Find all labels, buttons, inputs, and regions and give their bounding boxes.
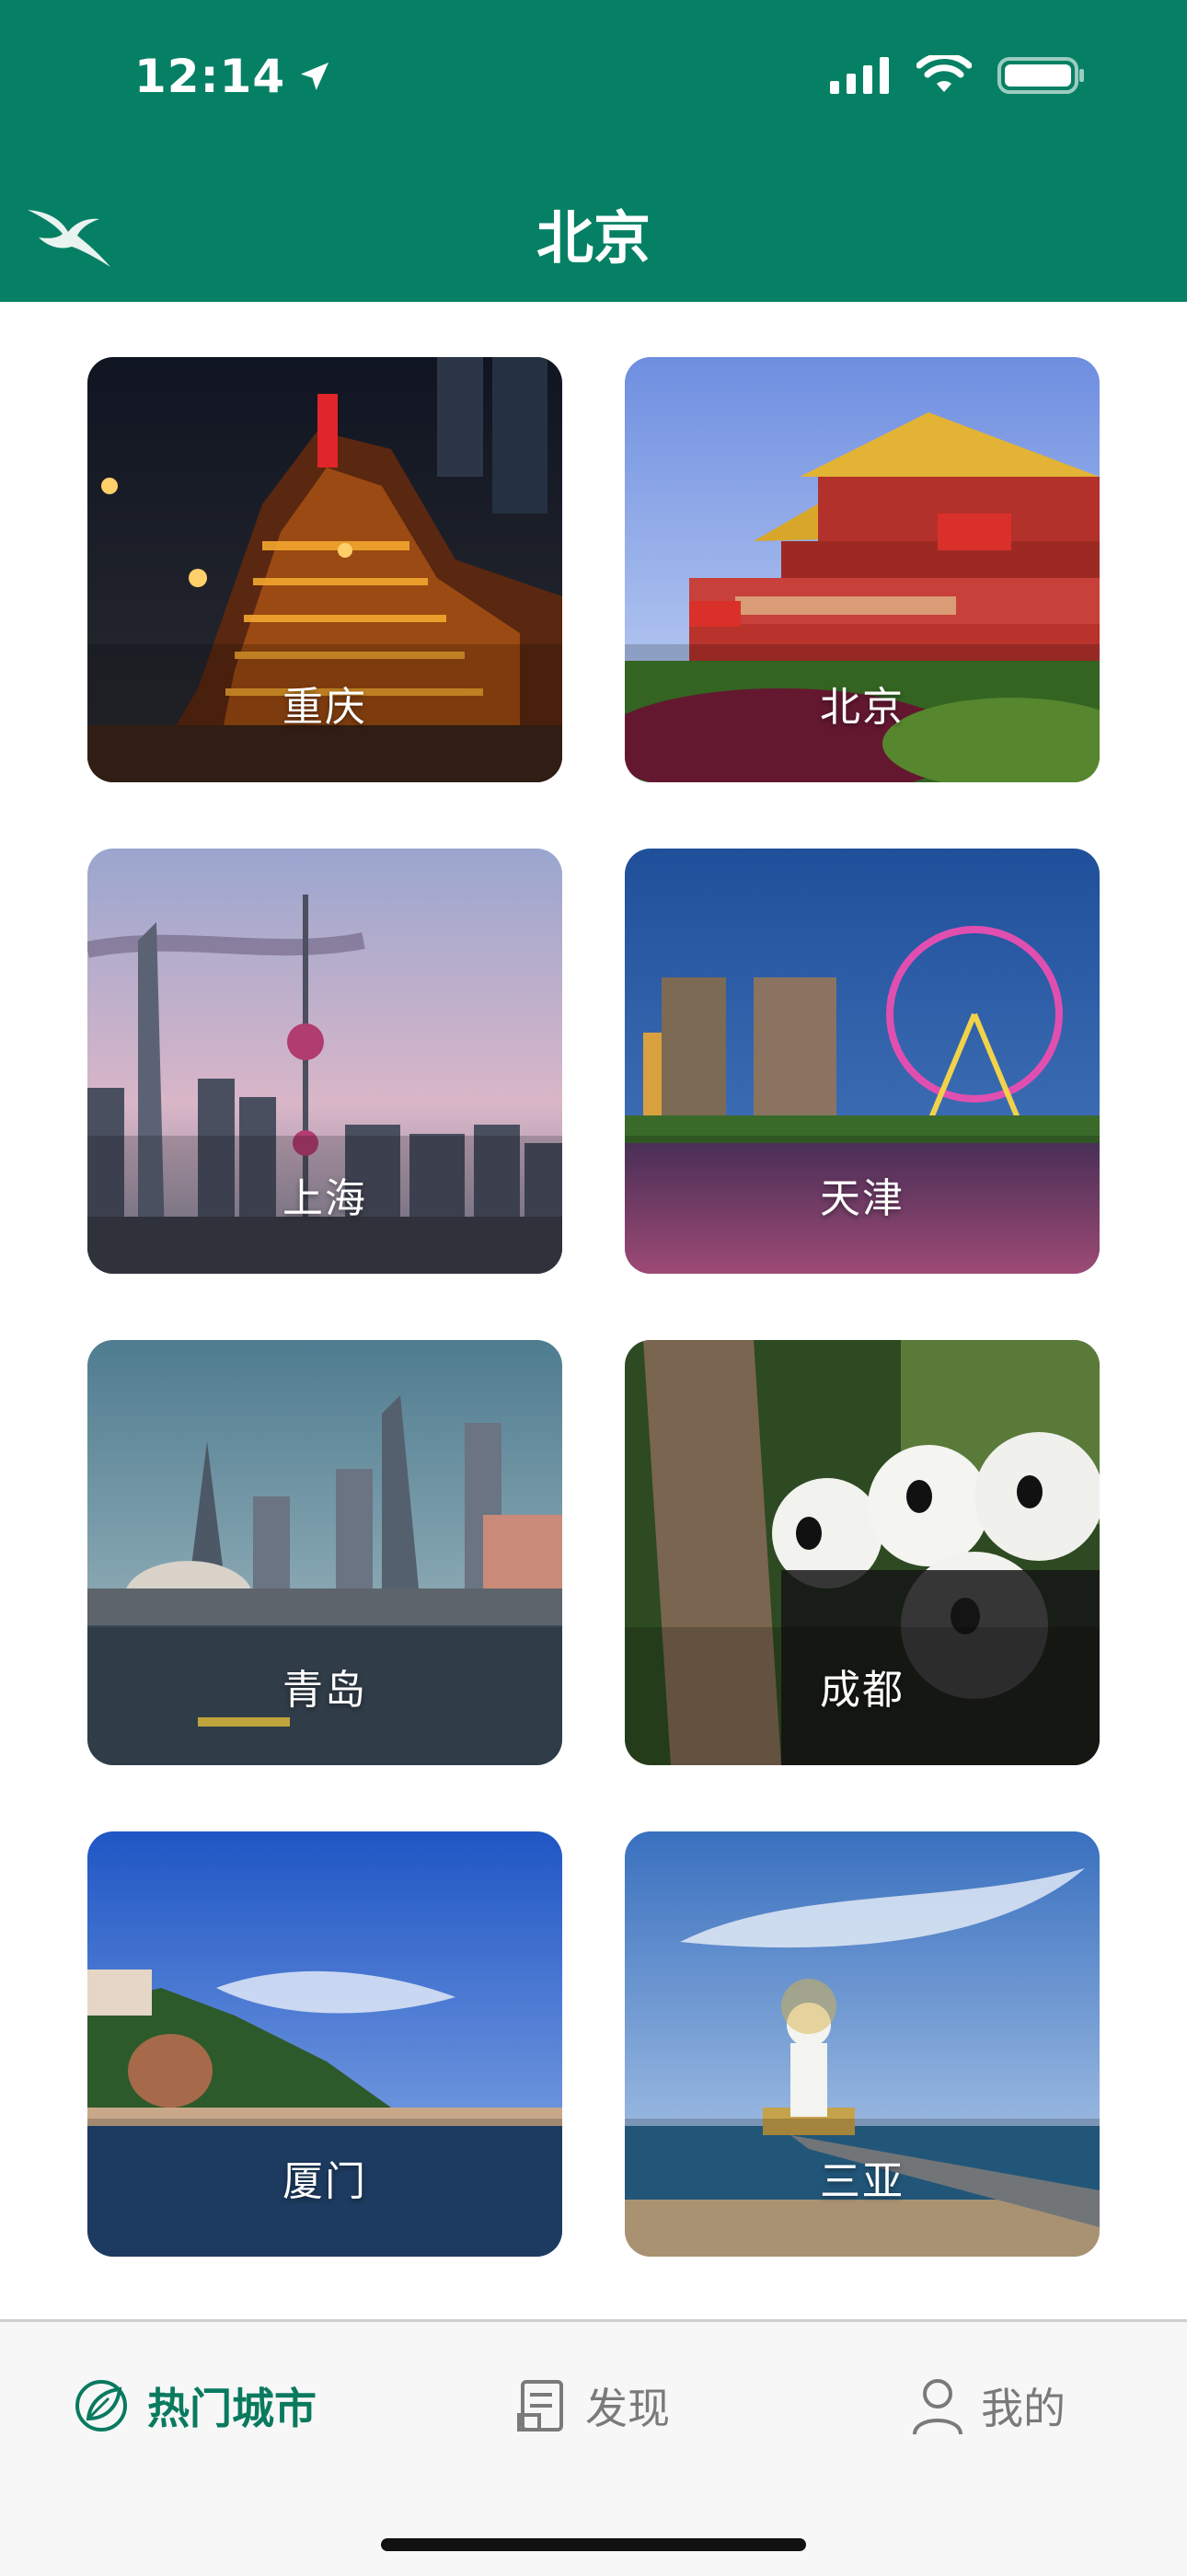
city-card-xiamen[interactable]: 厦门: [87, 1831, 562, 2257]
document-icon: [517, 2380, 563, 2432]
tab-mine[interactable]: 我的: [911, 2375, 1066, 2436]
city-name: 北京: [820, 684, 905, 731]
status-time-text: 12:14: [134, 50, 286, 103]
city-name: 青岛: [282, 1667, 367, 1714]
leaf-globe-icon: [75, 2380, 127, 2432]
app-header: 12:14 北京: [0, 0, 1187, 302]
city-name: 三亚: [820, 2158, 905, 2205]
city-name: 上海: [282, 1175, 367, 1222]
city-card-tianjin[interactable]: 天津: [625, 849, 1100, 1274]
location-arrow-icon: [301, 63, 329, 90]
tab-discover[interactable]: 发现: [515, 2375, 670, 2436]
tab-label: 发现: [585, 2384, 670, 2433]
status-time: 12:14: [134, 50, 333, 103]
city-card-qingdao[interactable]: 青岛: [87, 1340, 562, 1765]
city-name: 成都: [820, 1667, 905, 1714]
city-name: 天津: [820, 1175, 905, 1222]
city-name: 厦门: [282, 2158, 367, 2205]
city-card-sanya[interactable]: 三亚: [625, 1831, 1100, 2257]
tab-label: 我的: [981, 2384, 1066, 2433]
wifi-icon: [916, 55, 972, 92]
city-card-shanghai[interactable]: 上海: [87, 849, 562, 1274]
home-indicator: [381, 2538, 806, 2551]
city-card-chengdu[interactable]: 成都: [625, 1340, 1100, 1765]
tab-hot-cities[interactable]: 热门城市: [72, 2375, 317, 2436]
tab-label: 热门城市: [147, 2384, 317, 2433]
city-card-beijing[interactable]: 北京: [625, 357, 1100, 782]
status-indicators: [830, 55, 1086, 96]
user-icon: [913, 2379, 962, 2435]
city-card-chongqing[interactable]: 重庆: [87, 357, 562, 782]
page-title: 北京: [536, 204, 651, 271]
city-name: 重庆: [282, 684, 367, 731]
cellular-signal-icon: [830, 57, 889, 94]
battery-icon: [997, 57, 1084, 94]
